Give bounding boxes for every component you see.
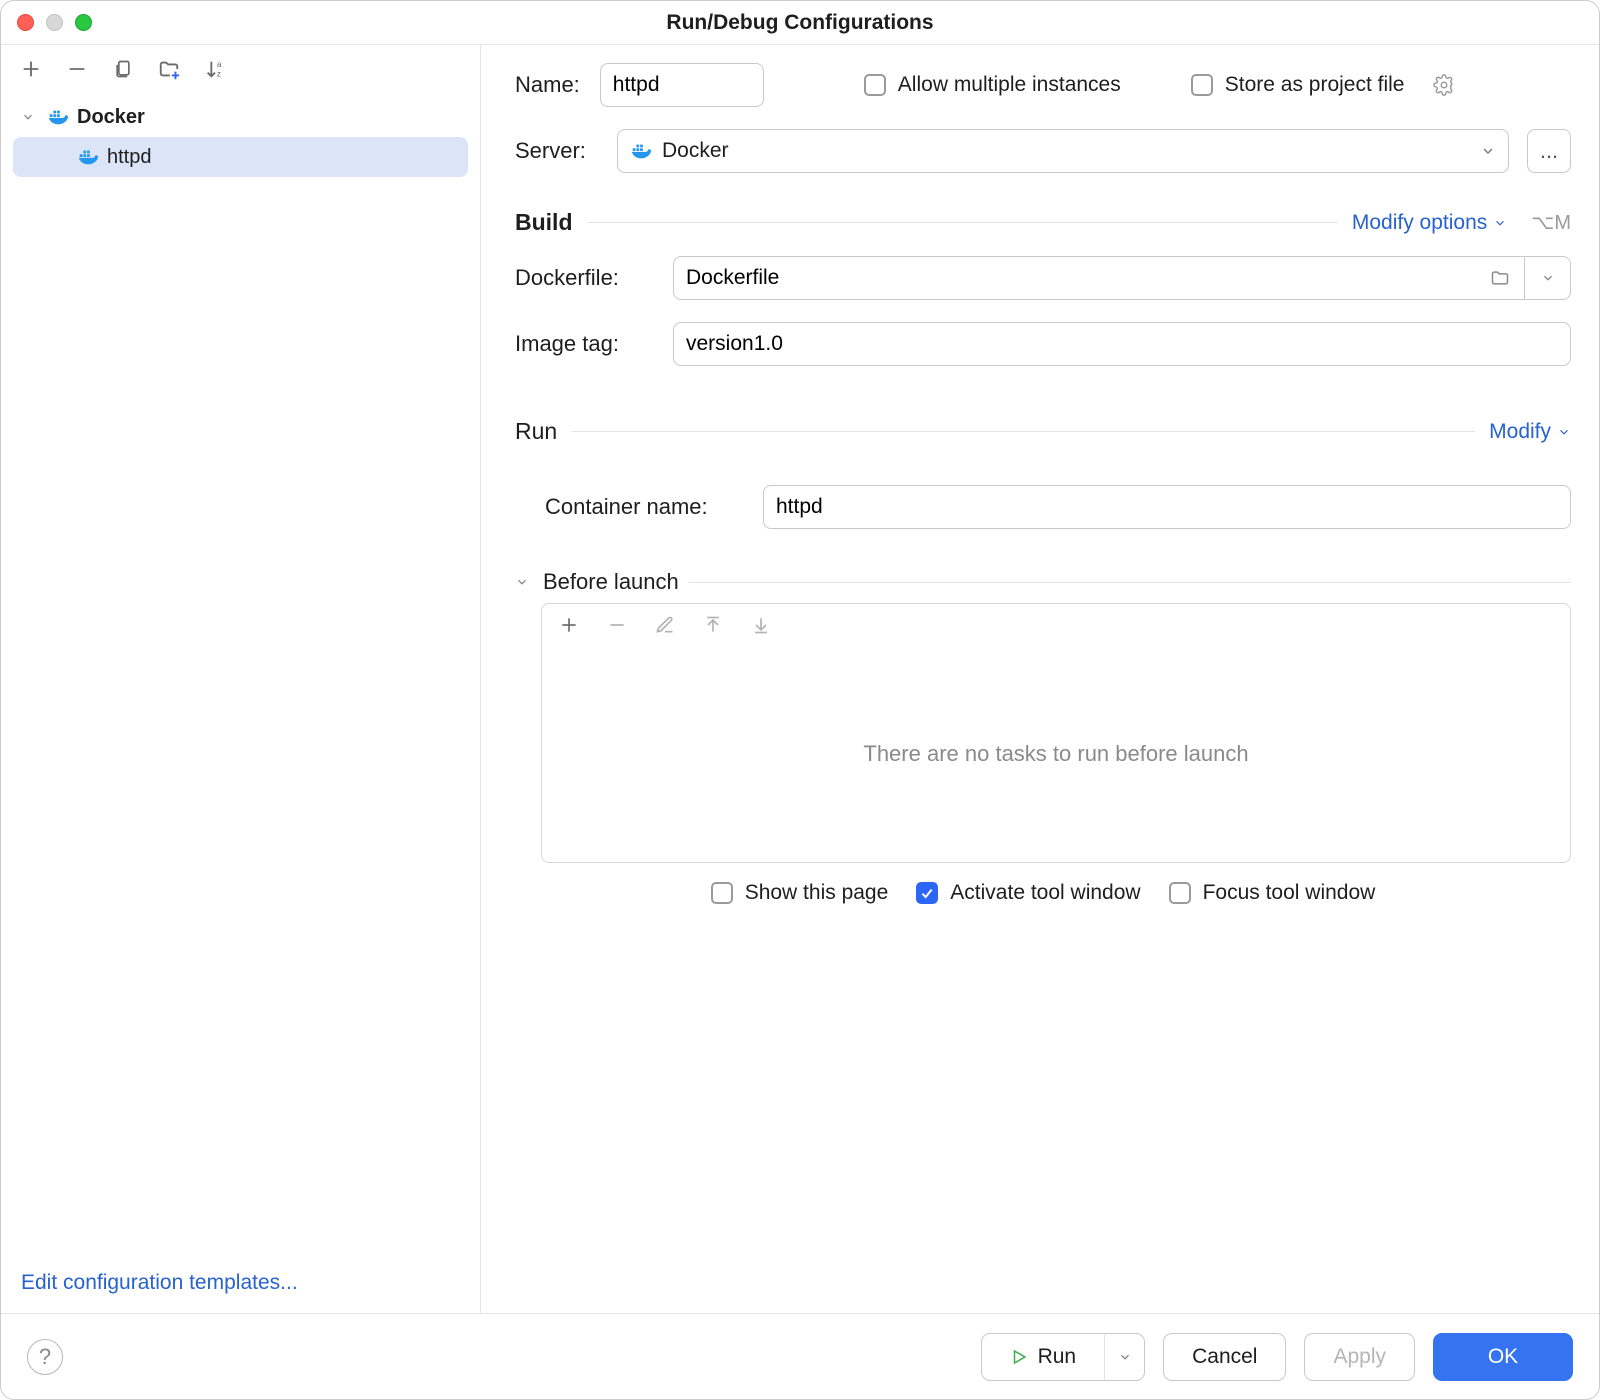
titlebar: Run/Debug Configurations — [1, 1, 1599, 45]
checkbox-icon — [1191, 74, 1213, 96]
name-input[interactable] — [600, 63, 764, 107]
tree-group-docker[interactable]: Docker — [13, 97, 468, 137]
image-tag-label: Image tag: — [515, 331, 655, 357]
move-up-icon[interactable] — [702, 614, 724, 636]
add-config-icon[interactable] — [19, 57, 43, 81]
sort-icon[interactable]: az — [203, 57, 227, 81]
folder-icon[interactable] — [1489, 268, 1511, 288]
sidebar: az Docker http — [1, 45, 481, 1313]
modify-options-shortcut: ⌥M — [1531, 210, 1571, 235]
main-panel: Name: Allow multiple instances Store as … — [481, 45, 1599, 1313]
dockerfile-input[interactable] — [673, 256, 1525, 300]
run-title: Run — [515, 418, 557, 445]
build-title: Build — [515, 209, 573, 236]
run-modify-link[interactable]: Modify — [1489, 420, 1571, 444]
move-down-icon[interactable] — [750, 614, 772, 636]
chevron-down-icon — [1480, 143, 1496, 159]
svg-text:a: a — [217, 60, 222, 69]
server-value: Docker — [662, 139, 729, 163]
remove-task-icon[interactable] — [606, 614, 628, 636]
chevron-down-icon — [21, 110, 39, 124]
tree-group-label: Docker — [77, 106, 145, 129]
chevron-down-icon — [515, 575, 533, 589]
activate-tool-window-checkbox[interactable]: Activate tool window — [916, 881, 1140, 905]
server-more-button[interactable]: ... — [1527, 129, 1571, 173]
folder-add-icon[interactable] — [157, 57, 181, 81]
before-launch-empty-text: There are no tasks to run before launch — [542, 646, 1570, 862]
dialog-footer: ? Run Cancel Apply OK — [1, 1313, 1599, 1399]
checkbox-icon — [864, 74, 886, 96]
allow-multiple-checkbox[interactable]: Allow multiple instances — [864, 73, 1121, 97]
tree-item-label: httpd — [107, 146, 151, 169]
store-project-checkbox[interactable]: Store as project file — [1191, 73, 1405, 97]
remove-config-icon[interactable] — [65, 57, 89, 81]
add-task-icon[interactable] — [558, 614, 580, 636]
checkbox-checked-icon — [916, 882, 938, 904]
dockerfile-dropdown-button[interactable] — [1525, 256, 1571, 300]
docker-icon — [47, 106, 69, 128]
allow-multiple-label: Allow multiple instances — [898, 73, 1121, 97]
edit-task-icon[interactable] — [654, 614, 676, 636]
apply-button[interactable]: Apply — [1304, 1333, 1415, 1381]
run-more-button[interactable] — [1105, 1333, 1145, 1381]
post-launch-options: Show this page Activate tool window Focu… — [515, 881, 1571, 905]
cancel-button[interactable]: Cancel — [1163, 1333, 1286, 1381]
help-button[interactable]: ? — [27, 1339, 63, 1375]
copy-config-icon[interactable] — [111, 57, 135, 81]
docker-icon — [630, 140, 652, 162]
show-page-checkbox[interactable]: Show this page — [711, 881, 889, 905]
gear-icon[interactable] — [1433, 74, 1455, 96]
dialog-window: Run/Debug Configurations az — [0, 0, 1600, 1400]
run-button[interactable]: Run — [981, 1333, 1106, 1381]
modify-options-link[interactable]: Modify options — [1352, 211, 1507, 235]
image-tag-input[interactable] — [673, 322, 1571, 366]
run-section-header: Run Modify — [515, 418, 1571, 445]
server-select[interactable]: Docker — [617, 129, 1509, 173]
edit-templates-link[interactable]: Edit configuration templates... — [21, 1271, 298, 1294]
container-name-input[interactable] — [763, 485, 1571, 529]
window-title: Run/Debug Configurations — [1, 11, 1599, 35]
checkbox-icon — [1169, 882, 1191, 904]
checkbox-icon — [711, 882, 733, 904]
before-launch-toolbar — [542, 604, 1570, 646]
dockerfile-label: Dockerfile: — [515, 265, 655, 291]
ok-button[interactable]: OK — [1433, 1333, 1573, 1381]
store-project-label: Store as project file — [1225, 73, 1405, 97]
sidebar-toolbar: az — [1, 45, 480, 95]
svg-text:z: z — [217, 69, 221, 78]
tree-item-httpd[interactable]: httpd — [13, 137, 468, 177]
run-button-group: Run — [981, 1333, 1146, 1381]
before-launch-title: Before launch — [543, 569, 679, 595]
focus-tool-window-checkbox[interactable]: Focus tool window — [1169, 881, 1376, 905]
before-launch-panel: There are no tasks to run before launch — [541, 603, 1571, 863]
config-tree: Docker httpd — [1, 95, 480, 1257]
before-launch-header[interactable]: Before launch — [515, 569, 1571, 595]
server-label: Server: — [515, 138, 599, 164]
name-label: Name: — [515, 72, 580, 98]
container-name-label: Container name: — [515, 494, 745, 520]
build-section-header: Build Modify options ⌥M — [515, 209, 1571, 236]
docker-icon — [77, 146, 99, 168]
